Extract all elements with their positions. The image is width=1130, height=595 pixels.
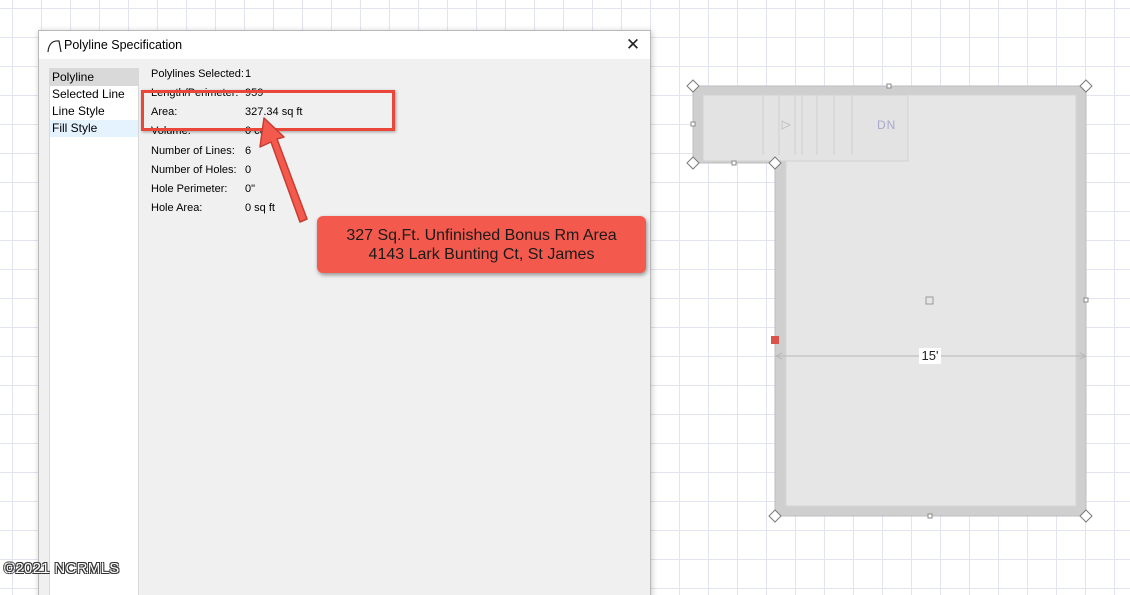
prop-label: Number of Lines: (151, 145, 235, 157)
callout-line-2: 4143 Lark Bunting Ct, St James (368, 245, 595, 263)
prop-label: Number of Holes: (151, 164, 237, 176)
copyright-watermark: ©2021 NCRMLS (4, 560, 120, 577)
nav-item-fill-style[interactable]: Fill Style (50, 120, 138, 137)
prop-value: 6 (245, 145, 252, 157)
area-highlight-box (141, 90, 395, 131)
nav-item-selected-line[interactable]: Selected Line (50, 86, 138, 103)
prop-value: 0 sq ft (245, 202, 275, 214)
dialog-title: Polyline Specification (64, 38, 183, 52)
prop-label: Polylines Selected: (151, 68, 244, 80)
dialog-nav-panel: Polyline Selected Line Line Style Fill S… (49, 68, 139, 595)
prop-label: Hole Area: (151, 202, 203, 214)
selected-edge-handle (771, 336, 779, 344)
close-button[interactable]: ✕ (616, 31, 650, 59)
prop-value: 0" (245, 183, 256, 195)
prop-value: 0 (245, 164, 252, 176)
callout-line-1: 327 Sq.Ft. Unfinished Bonus Rm Area (346, 226, 617, 244)
nav-item-polyline[interactable]: Polyline (50, 69, 138, 86)
callout-banner: 327 Sq.Ft. Unfinished Bonus Rm Area 4143… (317, 216, 646, 273)
stair-down-label: DN (877, 118, 897, 132)
prop-label: Hole Perimeter: (151, 183, 228, 195)
dimension-label: 15' (919, 348, 941, 364)
close-icon: ✕ (625, 35, 641, 54)
dialog-titlebar[interactable]: Polyline Specification ✕ (39, 31, 650, 59)
nav-item-line-style[interactable]: Line Style (50, 103, 138, 120)
prop-value: 1 (245, 68, 252, 80)
polyline-arc-icon (47, 40, 62, 53)
